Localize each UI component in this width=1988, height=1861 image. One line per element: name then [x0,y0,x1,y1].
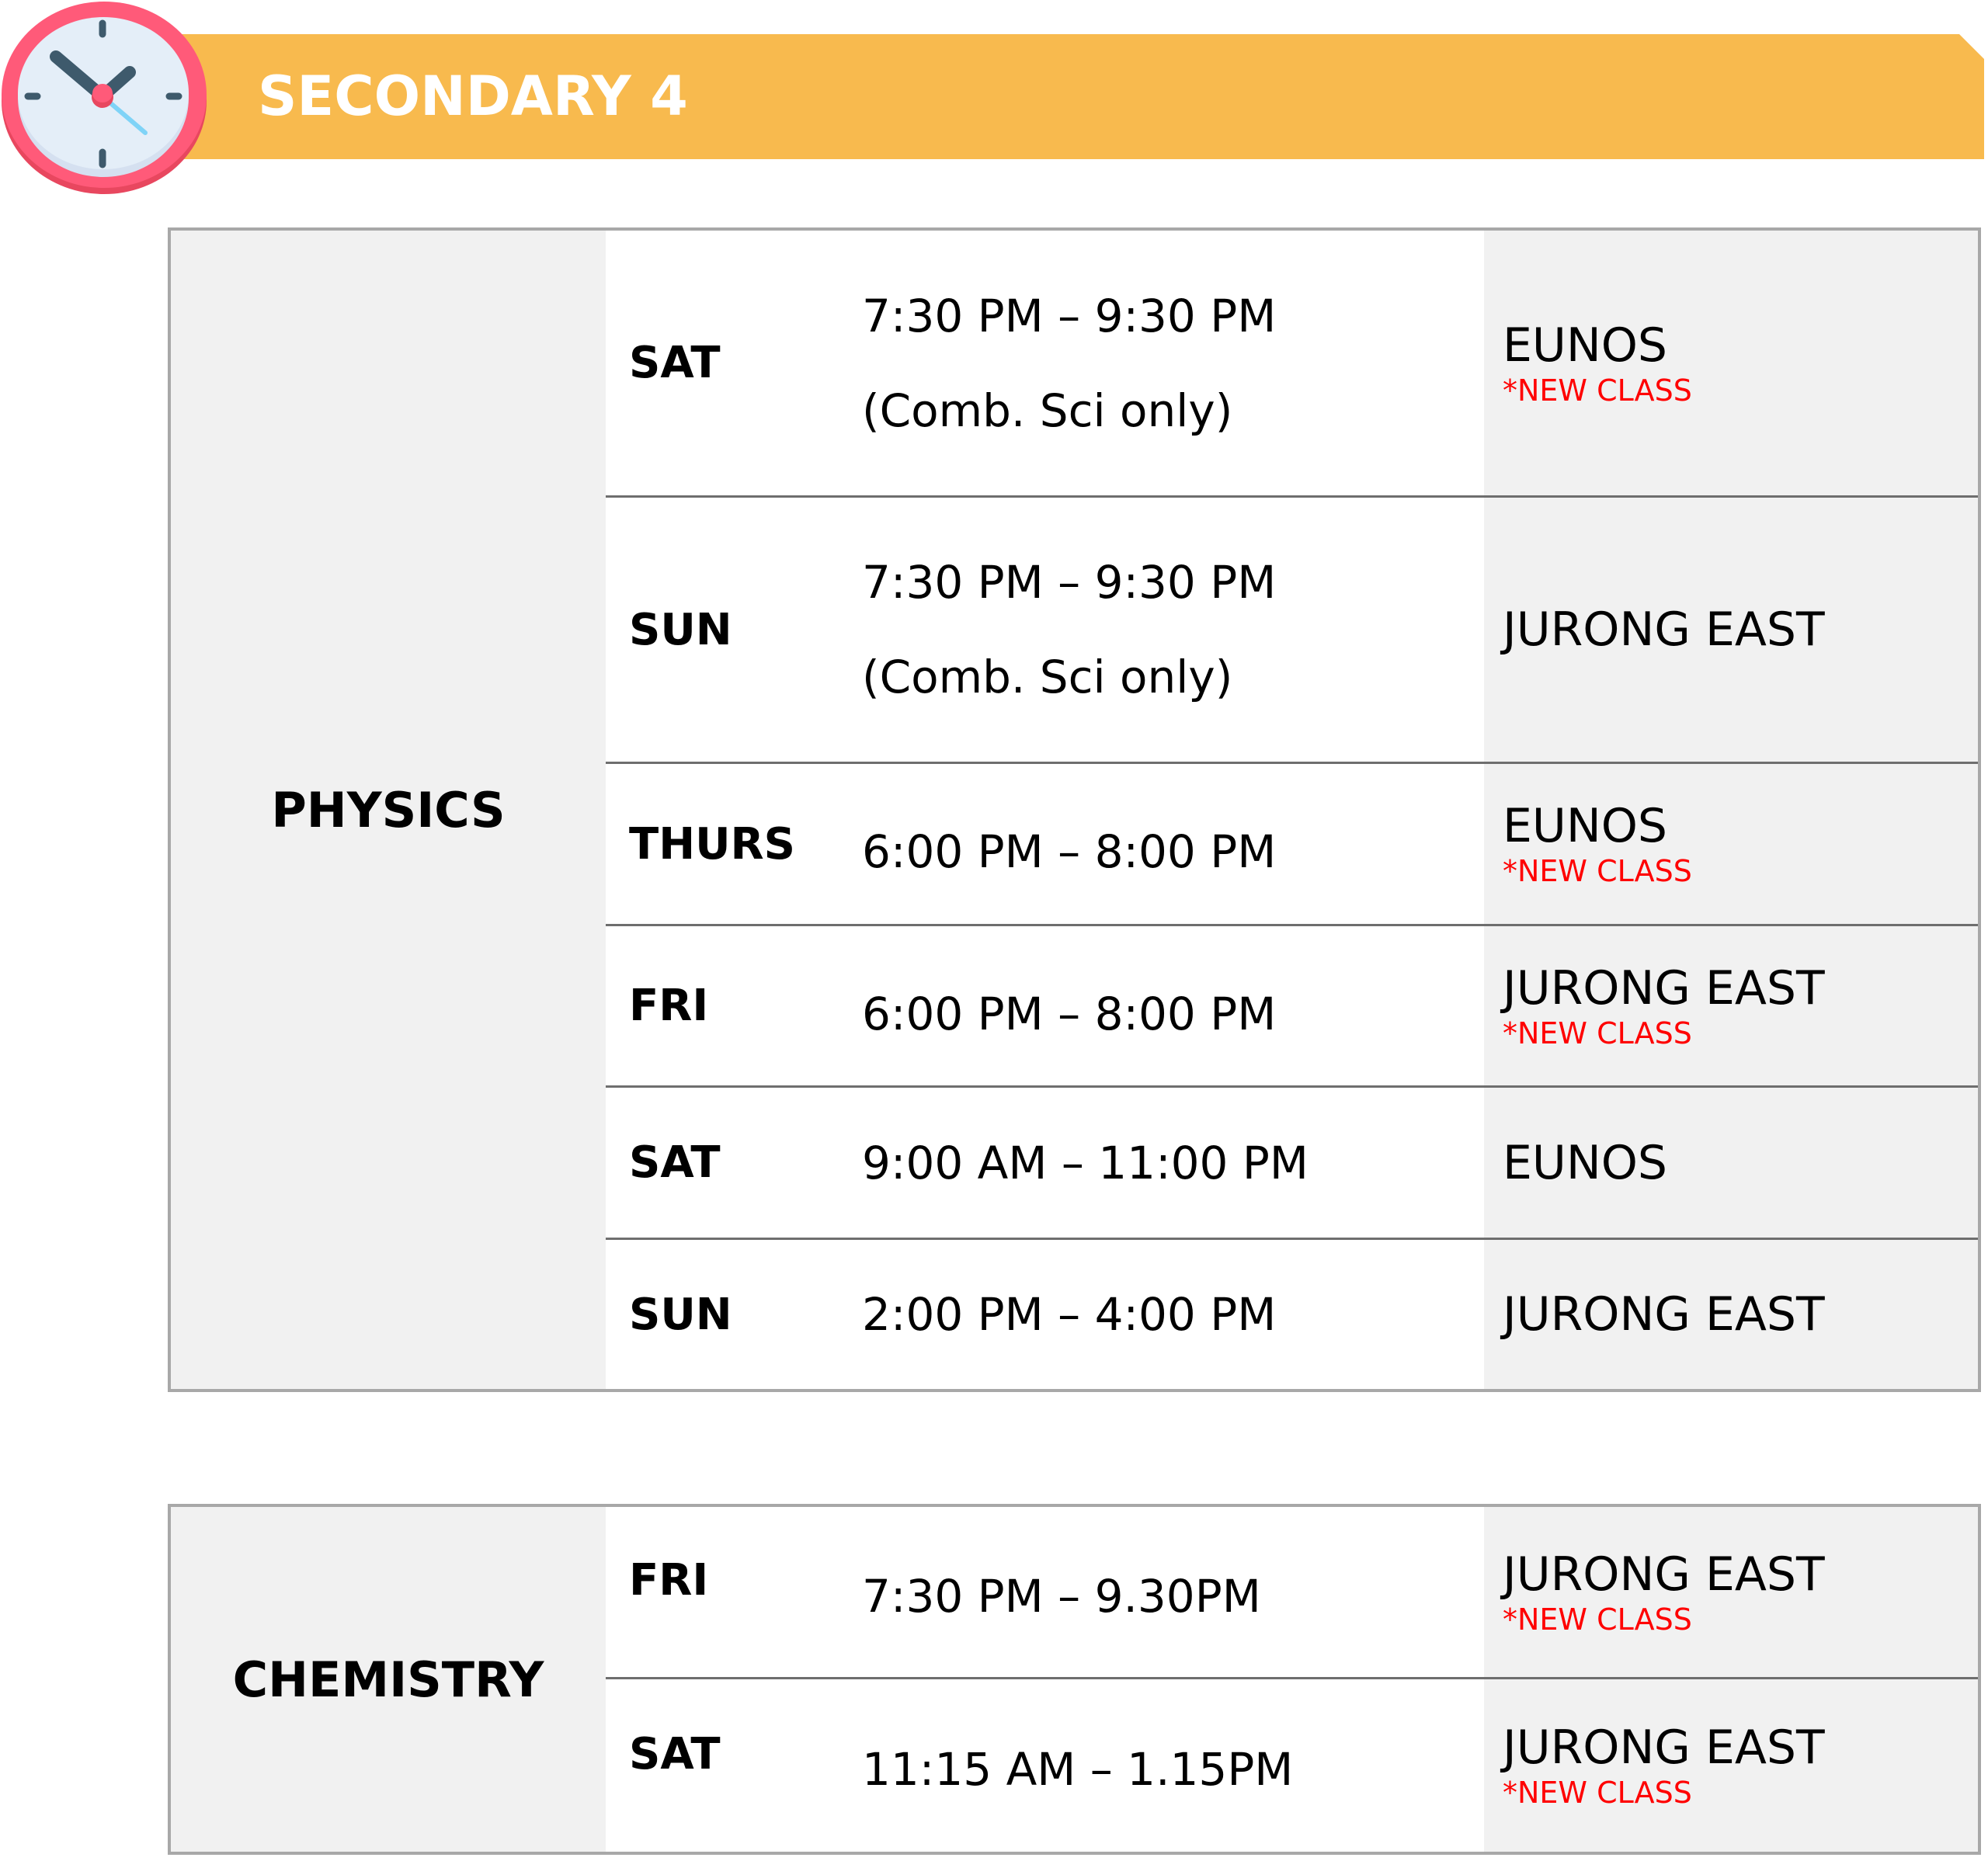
time-cell: 6:00 PM – 8:00 PM [862,987,1277,1040]
day-cell: SUN [629,604,732,655]
note-cell: (Comb. Sci only) [862,651,1233,703]
time-cell: 7:30 PM – 9:30 PM [862,556,1277,609]
new-class-badge: *NEW CLASS [1503,373,1692,408]
table-row: FRI 7:30 PM – 9.30PM JURONG EAST *NEW CLA… [606,1507,1978,1679]
table-row: SUN 2:00 PM – 4:00 PM JURONG EAST [606,1240,1978,1389]
subject-label: CHEMISTRY [171,1507,606,1852]
physics-table: PHYSICS SAT 7:30 PM – 9:30 PM (Comb. Sci … [168,227,1981,1392]
location-cell: EUNOS [1503,318,1668,373]
location-cell: EUNOS [1503,1135,1668,1190]
day-cell: FRI [629,1555,709,1606]
day-cell: SAT [629,1137,721,1188]
table-row: SAT 9:00 AM – 11:00 PM EUNOS [606,1088,1978,1240]
table-row: THURS 6:00 PM – 8:00 PM EUNOS *NEW CLASS [606,764,1978,926]
time-cell: 11:15 AM – 1.15PM [862,1743,1294,1796]
time-cell: 7:30 PM – 9.30PM [862,1569,1261,1623]
location-cell: JURONG EAST [1503,602,1825,657]
table-row: FRI 6:00 PM – 8:00 PM JURONG EAST *NEW CL… [606,926,1978,1088]
location-cell: JURONG EAST [1503,1287,1825,1342]
new-class-badge: *NEW CLASS [1503,1016,1692,1050]
day-cell: THURS [629,818,795,870]
location-cell: JURONG EAST [1503,960,1825,1016]
table-row: SAT 7:30 PM – 9:30 PM (Comb. Sci only) EU… [606,231,1978,498]
new-class-badge: *NEW CLASS [1503,854,1692,888]
time-cell: 9:00 AM – 11:00 PM [862,1136,1309,1189]
location-cell: JURONG EAST [1503,1547,1825,1602]
new-class-badge: *NEW CLASS [1503,1602,1692,1637]
table-row: SAT 11:15 AM – 1.15PM JURONG EAST *NEW CL… [606,1679,1978,1852]
location-cell: JURONG EAST [1503,1720,1825,1775]
clock-icon [2,2,207,194]
page-title: SECONDARY 4 [258,64,688,128]
day-cell: SUN [629,1289,732,1340]
time-cell: 2:00 PM – 4:00 PM [862,1288,1277,1341]
time-cell: 6:00 PM – 8:00 PM [862,825,1277,878]
new-class-badge: *NEW CLASS [1503,1776,1692,1810]
note-cell: (Comb. Sci only) [862,384,1233,437]
time-cell: 7:30 PM – 9:30 PM [862,289,1277,342]
location-cell: EUNOS [1503,799,1668,853]
day-cell: SAT [629,338,721,388]
chemistry-table: CHEMISTRY FRI 7:30 PM – 9.30PM JURONG EA… [168,1504,1981,1855]
subject-label: PHYSICS [171,231,606,1389]
day-cell: FRI [629,981,709,1031]
table-row: SUN 7:30 PM – 9:30 PM (Comb. Sci only) JU… [606,498,1978,764]
day-cell: SAT [629,1728,721,1779]
